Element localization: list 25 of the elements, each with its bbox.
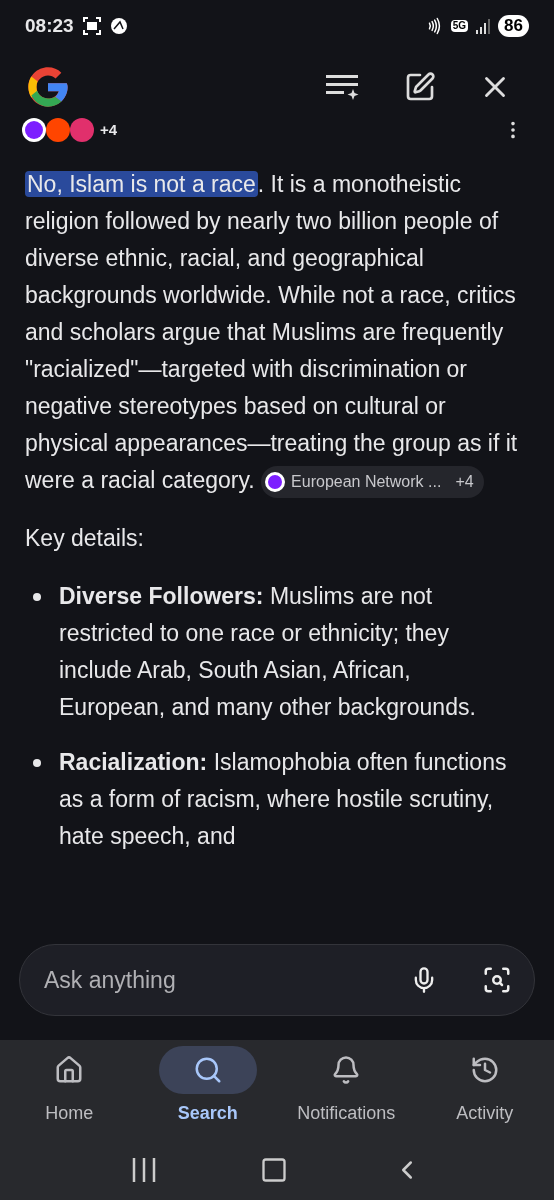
search-field[interactable]: Ask anything [44, 962, 410, 998]
bullet-text: Racialization: Islamophobia often functions as a form of racism, where hostile scrutiny, hate speech, and [59, 748, 508, 851]
status-time: 08:23 [25, 13, 74, 38]
battery-level: 86 [498, 15, 529, 37]
signal-icon [476, 18, 491, 34]
edit-icon[interactable] [404, 71, 436, 103]
nav-tab[interactable]: Home [0, 1046, 139, 1127]
screenshot-icon [81, 16, 102, 36]
network-type: 5G [450, 20, 469, 32]
citation-chip[interactable]: European Network ... +4 [261, 465, 484, 498]
section-heading: Key details: [25, 524, 145, 553]
search-bar[interactable]: Ask anything [19, 944, 535, 1016]
source-icons-drawing[interactable] [20, 117, 96, 143]
source-count: +4 [100, 119, 118, 140]
camera-search-icon[interactable] [482, 965, 512, 995]
answer-paragraph: No, Islam is not a race. It is a monotheistic religion followed by nearly two billion people of diverse ethnic, racial, and geographical backgrounds worldwide. While not a race, critics and scholars argue that Muslims are frequently "racialized"—targeted with discrimination or negative stereotypes based on cultural or physical appearances—treating the group as if it were a racial category. European Network ... +4 [25, 166, 518, 499]
nav-tab[interactable]: Search [138, 1046, 277, 1127]
bullet-text: Diverse Followers: Muslims are not restricted to one race or ethnicity; they include Arab, South Asian, African, European, and many other backgrounds. [59, 582, 477, 722]
home-button-icon[interactable] [260, 1156, 288, 1184]
nav-tab[interactable]: Notifications [277, 1046, 416, 1127]
nav-tab[interactable]: Activity [415, 1046, 554, 1127]
google-logo-icon [25, 64, 71, 110]
app-notification-icon [109, 17, 128, 35]
recent-apps-icon[interactable] [132, 1157, 156, 1183]
home-icon [54, 1055, 85, 1085]
